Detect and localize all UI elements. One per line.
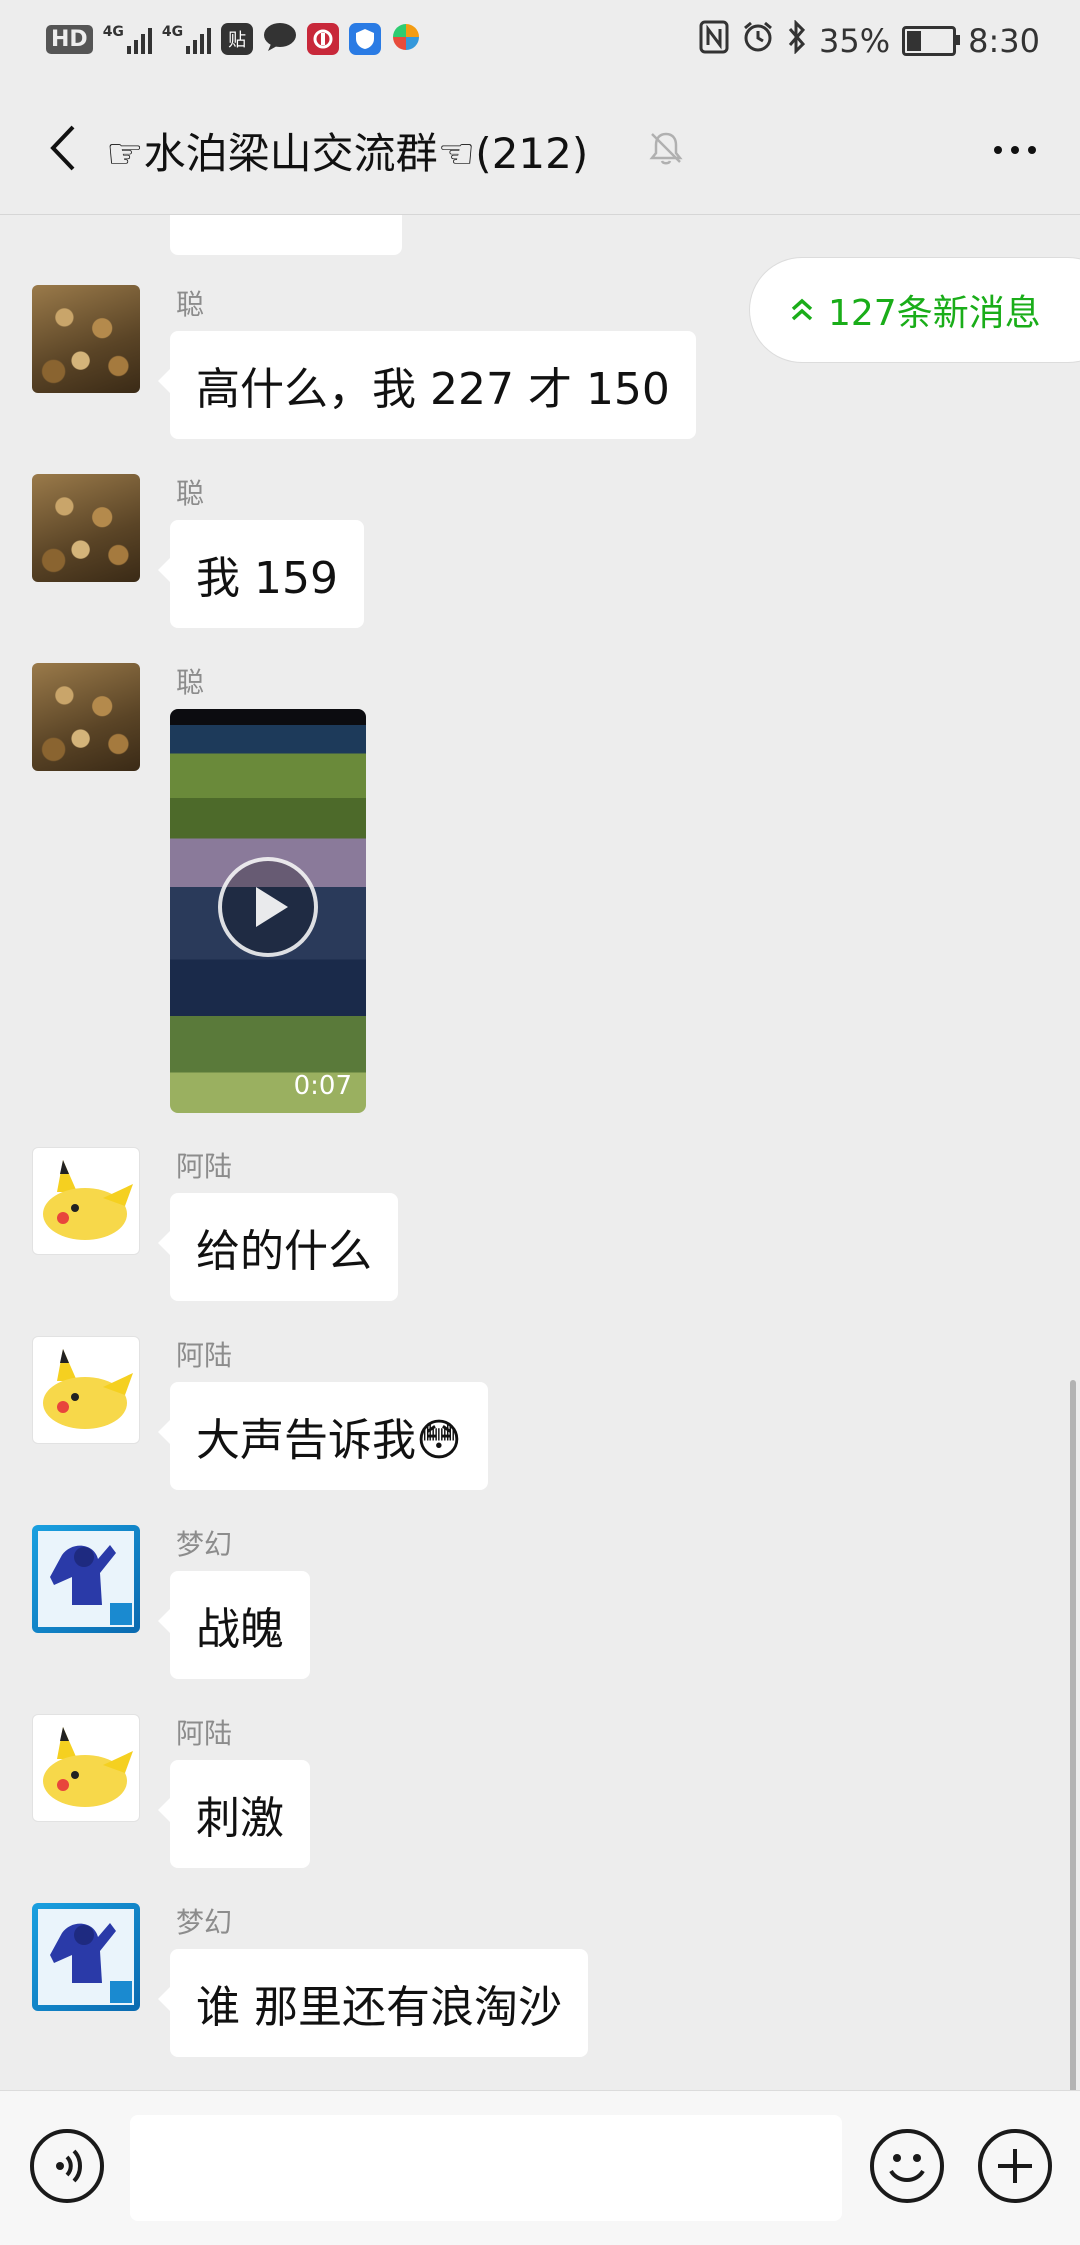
input-bar [0,2090,1080,2245]
mute-bell-icon [648,130,684,170]
sender-name: 聪 [176,666,205,699]
tieba-icon: 贴 [221,23,254,55]
battery-icon [902,26,961,56]
sender-name: 梦幻 [176,1906,233,1939]
avatar[interactable] [32,1714,140,1822]
plus-icon [998,2149,1032,2183]
avatar[interactable] [32,285,140,393]
message-bubble[interactable]: 我 159 [158,520,364,628]
battery-percent: 35% [819,22,891,60]
back-button[interactable] [30,116,94,180]
pinwheel-app-icon [391,22,421,56]
clock: 8:30 [968,22,1040,60]
avatar[interactable] [32,1525,140,1633]
sender-name: 阿陆 [176,1150,233,1183]
alarm-icon [741,20,775,62]
message-bubble[interactable]: 刺激 [158,1760,310,1868]
sender-name: 聪 [176,477,205,510]
avatar[interactable] [32,474,140,582]
message-bubble[interactable]: 谁 那里还有浪淘沙 [158,1949,588,2057]
message-bubble[interactable]: 大声告诉我😳 [158,1382,488,1490]
status-bar: HD 4G 4G 贴 35% 8:30 [0,0,1080,86]
scrollbar[interactable] [1070,1380,1076,2090]
voice-button[interactable] [30,2129,104,2203]
play-icon[interactable] [218,857,318,957]
avatar[interactable] [32,1147,140,1255]
video-duration: 0:07 [293,1071,352,1101]
message-bubble[interactable]: 高什么，我 227 才 150 [158,331,696,439]
avatar[interactable] [32,1336,140,1444]
avatar[interactable] [32,663,140,771]
signal-icon-2: 4G [162,24,212,54]
emoji-button[interactable] [870,2129,944,2203]
message-bubble[interactable]: 战魄 [158,1571,310,1679]
sender-name: 梦幻 [176,1528,233,1561]
chat-header: ☞水泊梁山交流群☜(212) [0,86,1080,215]
smiley-icon [889,2154,925,2182]
bank-app-icon [307,23,340,55]
sender-name: 阿陆 [176,1339,233,1372]
double-chevron-up-icon [791,298,813,321]
sender-name: 阿陆 [176,1717,233,1750]
more-options-button[interactable] [980,122,1050,178]
chevron-left-icon [50,125,75,171]
new-messages-button[interactable]: 127条新消息 [750,258,1080,362]
signal-icon-1: 4G [103,24,152,54]
message-list[interactable]: ... 聪 高什么，我 227 才 150 聪 我 159 聪 0:07 阿陆 … [0,215,1080,2090]
message-input[interactable] [130,2115,842,2221]
more-functions-button[interactable] [978,2129,1052,2203]
avatar[interactable] [32,1903,140,2011]
hd-badge: HD [46,24,93,54]
new-messages-label: 127条新消息 [828,293,1041,334]
message-bubble-icon [263,22,297,56]
video-message[interactable]: 0:07 [170,709,366,1113]
chat-title: ☞水泊梁山交流群☜(212) [106,129,589,178]
nfc-icon [699,20,729,62]
message-bubble[interactable]: 给的什么 [158,1193,398,1301]
sender-name: 聪 [176,288,205,321]
voice-icon [56,2149,82,2183]
shield-app-icon [349,23,382,55]
bluetooth-icon [787,19,807,62]
partial-message-bubble: ... [170,215,402,255]
